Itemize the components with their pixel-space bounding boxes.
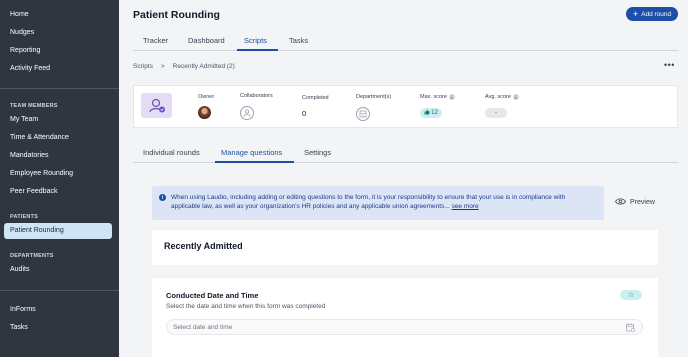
script-icon	[141, 93, 172, 118]
avg-score-label: Avg. score i	[485, 94, 519, 100]
completed-value: 0	[302, 109, 307, 118]
question-subtitle: Select the date and time when this form …	[166, 303, 326, 310]
thumbs-up-icon	[424, 109, 430, 117]
calendar-icon[interactable]	[626, 323, 635, 332]
sidebar: Home Nudges Reporting Activity Feed TEAM…	[0, 0, 119, 357]
top-tabs: Tracker Dashboard Scripts Tasks	[133, 31, 678, 51]
see-more-link[interactable]: see more	[452, 203, 479, 210]
sidebar-item-nudges[interactable]: Nudges	[10, 29, 34, 36]
max-score-value: 12	[431, 110, 438, 116]
sidebar-item-time-attendance[interactable]: Time & Attendance	[10, 134, 69, 141]
max-score-label: Max. score i	[420, 94, 455, 100]
date-time-field[interactable]	[166, 319, 643, 335]
sidebar-item-audits[interactable]: Audits	[10, 266, 29, 273]
sidebar-section-team-members: TEAM MEMBERS	[10, 103, 58, 109]
add-round-label: Add round	[641, 10, 672, 18]
breadcrumb: Scripts > Recently Admitted (2)	[133, 63, 235, 70]
form-title-card: Recently Admitted	[152, 230, 658, 265]
active-subtab-indicator	[215, 161, 294, 163]
sidebar-item-my-team[interactable]: My Team	[10, 116, 38, 123]
chevron-right-icon: >	[160, 63, 165, 70]
banner-message: When using Laudio, including adding or e…	[171, 194, 566, 210]
sidebar-item-employee-rounding[interactable]: Employee Rounding	[10, 170, 73, 177]
sidebar-item-mandatories[interactable]: Mandatories	[10, 152, 49, 159]
breadcrumb-scripts[interactable]: Scripts	[133, 63, 153, 70]
info-icon[interactable]: i	[448, 94, 455, 100]
sub-tabs: Individual rounds Manage questions Setti…	[133, 144, 678, 163]
sidebar-divider	[0, 290, 119, 291]
avg-score-label-text: Avg. score	[485, 94, 511, 100]
script-summary-card: Owner Collaborators Completed 0 Departme…	[133, 85, 678, 128]
collaborators-label: Collaborators	[240, 93, 273, 99]
info-icon: i	[159, 194, 166, 201]
tab-manage-questions[interactable]: Manage questions	[221, 148, 282, 157]
tab-tasks[interactable]: Tasks	[289, 36, 308, 45]
completed-label: Completed	[302, 95, 329, 101]
sidebar-item-peer-feedback[interactable]: Peer Feedback	[10, 188, 57, 195]
star-icon[interactable]: ☆	[620, 290, 642, 300]
sidebar-item-reporting[interactable]: Reporting	[10, 47, 40, 54]
sidebar-item-label: Patient Rounding	[10, 227, 64, 234]
preview-label: Preview	[630, 199, 655, 206]
tab-settings[interactable]: Settings	[304, 148, 331, 157]
more-options-icon[interactable]: •••	[664, 61, 675, 70]
tab-scripts[interactable]: Scripts	[244, 36, 267, 45]
banner-text: When using Laudio, including adding or e…	[171, 194, 596, 211]
sidebar-item-informs[interactable]: InForms	[10, 306, 36, 313]
breadcrumb-current: Recently Admitted (2)	[172, 63, 235, 70]
question-card: Conducted Date and Time Select the date …	[152, 278, 658, 357]
sidebar-item-activity-feed[interactable]: Activity Feed	[10, 65, 50, 72]
active-tab-indicator	[237, 49, 278, 51]
date-time-input[interactable]	[173, 322, 613, 333]
avg-score-badge: -	[485, 108, 507, 118]
page-title: Patient Rounding	[133, 9, 220, 21]
tab-tracker[interactable]: Tracker	[143, 36, 168, 45]
plus-icon: +	[632, 8, 639, 19]
add-round-button[interactable]: + Add round	[626, 7, 678, 21]
sidebar-item-patient-rounding[interactable]: Patient Rounding	[4, 223, 112, 239]
owner-label: Owner	[198, 94, 215, 100]
form-title: Recently Admitted	[164, 241, 243, 251]
info-icon[interactable]: i	[512, 94, 519, 100]
preview-button[interactable]: Preview	[615, 198, 655, 207]
compliance-banner: i When using Laudio, including adding or…	[152, 186, 604, 220]
department-label: Department(s)	[356, 94, 392, 100]
department-icon[interactable]	[356, 107, 370, 121]
sidebar-item-home[interactable]: Home	[10, 11, 29, 18]
sidebar-section-departments: DEPARTMENTS	[10, 253, 54, 259]
max-score-label-text: Max. score	[420, 94, 447, 100]
sidebar-divider	[0, 88, 119, 89]
sidebar-item-tasks[interactable]: Tasks	[10, 324, 28, 331]
avatar[interactable]	[198, 106, 211, 119]
add-collaborator-icon[interactable]	[240, 106, 254, 120]
main-content: Patient Rounding + Add round Tracker Das…	[119, 0, 688, 357]
max-score-badge: 12	[420, 108, 442, 118]
question-title: Conducted Date and Time	[166, 291, 259, 300]
sidebar-section-patients: PATIENTS	[10, 214, 38, 220]
tab-dashboard[interactable]: Dashboard	[188, 36, 225, 45]
eye-icon	[615, 198, 626, 207]
tab-individual-rounds[interactable]: Individual rounds	[143, 148, 200, 157]
